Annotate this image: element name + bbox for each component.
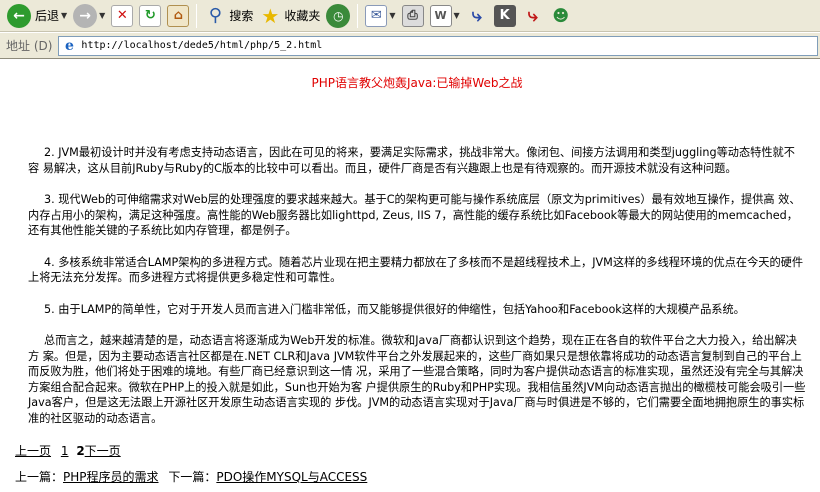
history-icon: ◷ <box>326 3 351 28</box>
article-paragraph: 总而言之，越来越清楚的是，动态语言将逐渐成为Web开发的标准。微软和Java厂商… <box>28 334 806 425</box>
chevron-down-icon[interactable]: ▼ <box>454 11 460 20</box>
messenger-users-icon: ☻ <box>552 6 570 25</box>
bird-icon: ⤷ <box>471 5 482 26</box>
search-button[interactable]: ⚲ 搜索 <box>201 2 256 30</box>
home-icon: ⌂ <box>167 4 190 27</box>
back-arrow-icon: ← <box>7 3 31 28</box>
next-article-label: 下一篇： <box>168 470 217 484</box>
back-button[interactable]: ← 后退 ▼ <box>4 2 70 30</box>
prev-article-link[interactable]: PHP程序员的需求 <box>63 470 159 484</box>
stop-icon: ✕ <box>111 4 134 27</box>
forward-button[interactable]: → ▼ <box>70 2 108 30</box>
article-paragraph: 2. JVM最初设计时并没有考虑支持动态语言，因此在可见的将来，要满足实际需求，… <box>28 146 795 175</box>
address-url[interactable]: http://localhost/dede5/html/php/5_2.html <box>81 40 322 51</box>
article-navigation: 上一篇：PHP程序员的需求 下一篇：PDO操作MYSQL与ACCESS <box>15 468 367 485</box>
edit-button[interactable]: W ▼ <box>427 2 463 30</box>
refresh-button[interactable]: ↻ <box>136 2 164 30</box>
article-paragraph: 4. 多核系统非常适合LAMP架构的多进程方式。随着芯片业现在把主要精力都放在了… <box>28 255 804 285</box>
browser-toolbar: ← 后退 ▼ → ▼ ✕ ↻ ⌂ ⚲ 搜索 ★ 收藏夹 ◷ ✉ ▼ ⎙ W ▼ … <box>0 0 820 32</box>
favorites-label: 收藏夹 <box>284 9 321 23</box>
favorites-button[interactable]: ★ 收藏夹 <box>256 2 323 30</box>
chevron-down-icon[interactable]: ▼ <box>389 11 395 20</box>
chevron-down-icon[interactable]: ▼ <box>61 11 67 20</box>
printer-icon: ⎙ <box>401 4 424 27</box>
home-button[interactable]: ⌂ <box>164 2 192 30</box>
page-content: PHP语言教父炮轰Java:已输掉Web之战 2. JVM最初设计时并没有考虑支… <box>0 60 820 492</box>
messenger-button[interactable]: ☻ <box>547 2 575 30</box>
next-page-link[interactable]: 下一页 <box>85 444 121 458</box>
back-label: 后退 <box>35 9 60 23</box>
print-button[interactable]: ⎙ <box>399 2 427 30</box>
address-label: 地址 (D) <box>6 39 53 53</box>
search-icon: ⚲ <box>208 5 222 26</box>
search-label: 搜索 <box>229 9 254 23</box>
k-logo-icon: K <box>493 4 516 27</box>
address-input[interactable]: e http://localhost/dede5/html/php/5_2.ht… <box>58 35 818 56</box>
toolbar-divider <box>196 3 198 28</box>
star-icon: ★ <box>261 3 280 28</box>
article-title: PHP语言教父炮轰Java:已输掉Web之战 <box>311 76 523 90</box>
stop-button[interactable]: ✕ <box>108 2 136 30</box>
toolbar-divider <box>357 3 359 28</box>
pagination: 上一页 1 2下一页 <box>15 442 121 459</box>
research-button[interactable]: ⤷ <box>519 2 547 30</box>
chevron-down-icon[interactable]: ▼ <box>99 11 105 20</box>
prev-page-link[interactable]: 上一页 <box>15 444 51 458</box>
history-button[interactable]: ◷ <box>323 2 353 30</box>
red-bird-icon: ⤷ <box>527 5 538 26</box>
refresh-icon: ↻ <box>139 4 162 27</box>
article-paragraph: 3. 现代Web的可伸缩需求对Web层的处理强度的要求越来越大。基于C的架构更可… <box>28 193 801 237</box>
mail-icon: ✉ <box>365 4 388 27</box>
next-article-link[interactable]: PDO操作MYSQL与ACCESS <box>216 470 367 484</box>
prev-article-label: 上一篇： <box>15 470 64 484</box>
address-bar: 地址 (D) e http://localhost/dede5/html/php… <box>0 33 820 59</box>
current-page: 2 <box>76 444 85 458</box>
word-document-icon: W <box>429 4 452 27</box>
discuss-button[interactable]: ⤷ <box>463 2 491 30</box>
forward-arrow-icon: → <box>73 3 98 28</box>
k-tool-button[interactable]: K <box>491 2 519 30</box>
page-1-link[interactable]: 1 <box>61 444 69 458</box>
ie-page-icon: e <box>64 37 74 54</box>
article-paragraph: 5. 由于LAMP的简单性，它对于开发人员而言进入门槛非常低，而又能够提供很好的… <box>44 302 745 316</box>
mail-button[interactable]: ✉ ▼ <box>362 2 398 30</box>
